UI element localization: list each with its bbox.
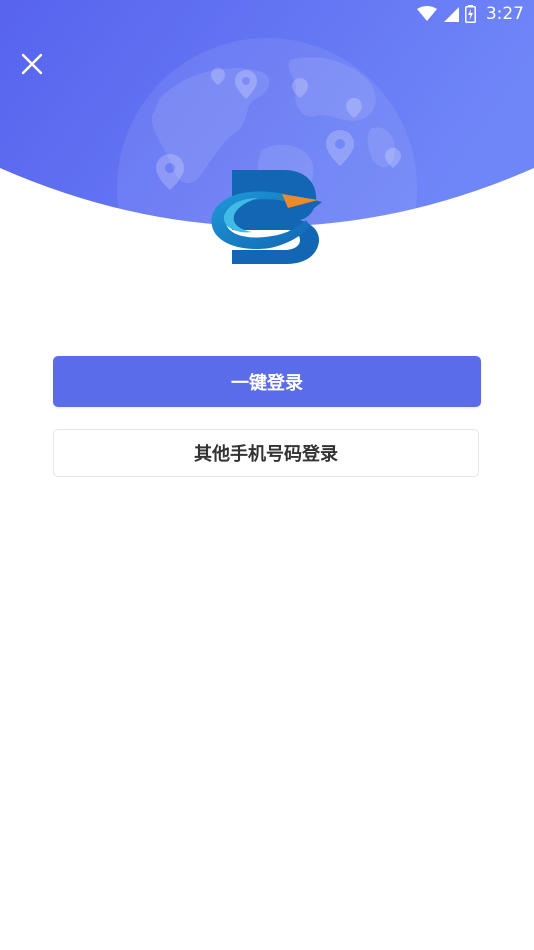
cell-signal-icon [443, 7, 459, 22]
battery-icon [464, 5, 476, 23]
status-time: 3:27 [485, 4, 524, 24]
wifi-icon [416, 6, 437, 21]
close-button[interactable] [14, 46, 50, 82]
status-bar: 3:27 [416, 0, 534, 28]
one-click-login-button[interactable]: 一键登录 [53, 356, 481, 407]
app-logo-icon [211, 170, 322, 264]
other-phone-login-button[interactable]: 其他手机号码登录 [53, 429, 479, 477]
close-icon [21, 53, 43, 75]
login-screen: 3:27 一键登录 其他手机号码登录 [0, 0, 534, 950]
